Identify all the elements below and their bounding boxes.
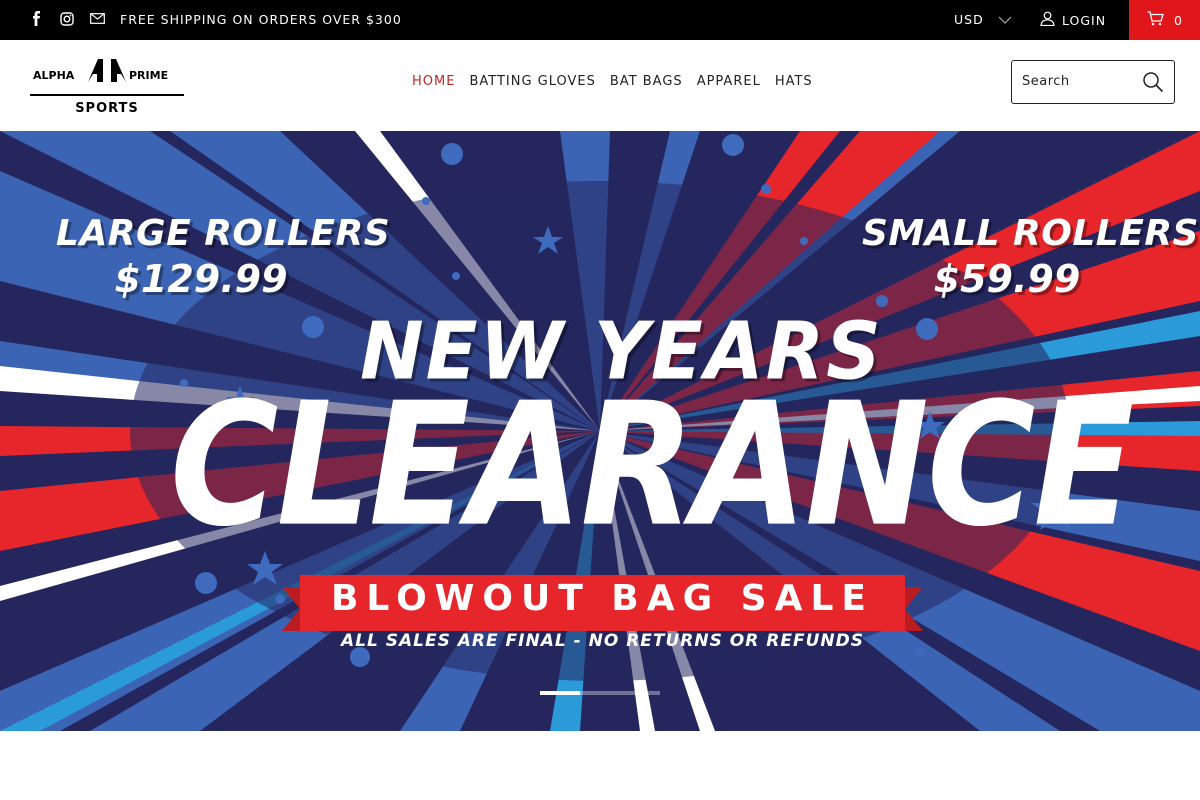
hero-headline-clearance: CLEARANCE — [170, 366, 1135, 564]
top-bar: FREE SHIPPING ON ORDERS OVER $300 USD LO… — [0, 0, 1200, 40]
search-input[interactable] — [1022, 74, 1137, 89]
logo-text-alpha: ALPHA — [33, 69, 75, 82]
hero-right-title: SMALL ROLLERS — [862, 213, 1199, 254]
hero-slideshow[interactable]: LARGE ROLLERS $129.99 SMALL ROLLERS $59.… — [0, 131, 1200, 731]
chevron-down-icon — [998, 12, 1012, 27]
social-links — [27, 10, 106, 27]
search-icon[interactable] — [1142, 71, 1164, 93]
nav-item-hats[interactable]: HATS — [775, 74, 813, 89]
main-nav: HOME BATTING GLOVES BAT BAGS APPAREL HAT… — [412, 74, 813, 89]
hero-right-price: $59.99 — [933, 257, 1081, 301]
email-icon[interactable] — [89, 10, 106, 27]
instagram-icon[interactable] — [58, 10, 75, 27]
slideshow-dot-active[interactable] — [540, 691, 580, 695]
nav-item-bat-bags[interactable]: BAT BAGS — [610, 74, 683, 89]
login-label: LOGIN — [1062, 12, 1107, 28]
cart-button[interactable]: 0 — [1129, 0, 1200, 40]
nav-item-apparel[interactable]: APPAREL — [697, 74, 761, 89]
facebook-icon[interactable] — [27, 10, 44, 27]
nav-item-batting-gloves[interactable]: BATTING GLOVES — [469, 74, 595, 89]
nav-item-home[interactable]: HOME — [412, 74, 455, 89]
logo-mark-left — [88, 59, 103, 82]
currency-label: USD — [954, 12, 984, 27]
slideshow-pagination[interactable] — [540, 691, 660, 695]
logo-text-sports: SPORTS — [75, 101, 139, 116]
currency-selector[interactable]: USD — [954, 12, 1012, 27]
hero-left-title: LARGE ROLLERS — [56, 213, 391, 254]
user-icon — [1040, 11, 1055, 29]
search-box — [1011, 60, 1175, 104]
login-link[interactable]: LOGIN — [1040, 11, 1106, 29]
logo-divider — [30, 94, 184, 96]
ribbon-tail-right — [905, 587, 923, 631]
ribbon-tail-left — [282, 587, 300, 631]
hero-left-price: $129.99 — [114, 257, 288, 301]
logo-mark-right — [111, 59, 126, 82]
site-header: ALPHA PRIME SPORTS HOME BATTING GLOVES B… — [0, 40, 1200, 131]
cart-icon — [1147, 11, 1164, 29]
hero-disclaimer: ALL SALES ARE FINAL - NO RETURNS OR REFU… — [341, 631, 864, 651]
hero-ribbon-text: BLOWOUT BAG SALE — [330, 578, 875, 619]
shipping-banner-text: FREE SHIPPING ON ORDERS OVER $300 — [120, 12, 402, 27]
cart-count: 0 — [1174, 12, 1182, 28]
site-logo[interactable]: ALPHA PRIME SPORTS — [30, 56, 184, 118]
logo-text-prime: PRIME — [129, 69, 168, 82]
